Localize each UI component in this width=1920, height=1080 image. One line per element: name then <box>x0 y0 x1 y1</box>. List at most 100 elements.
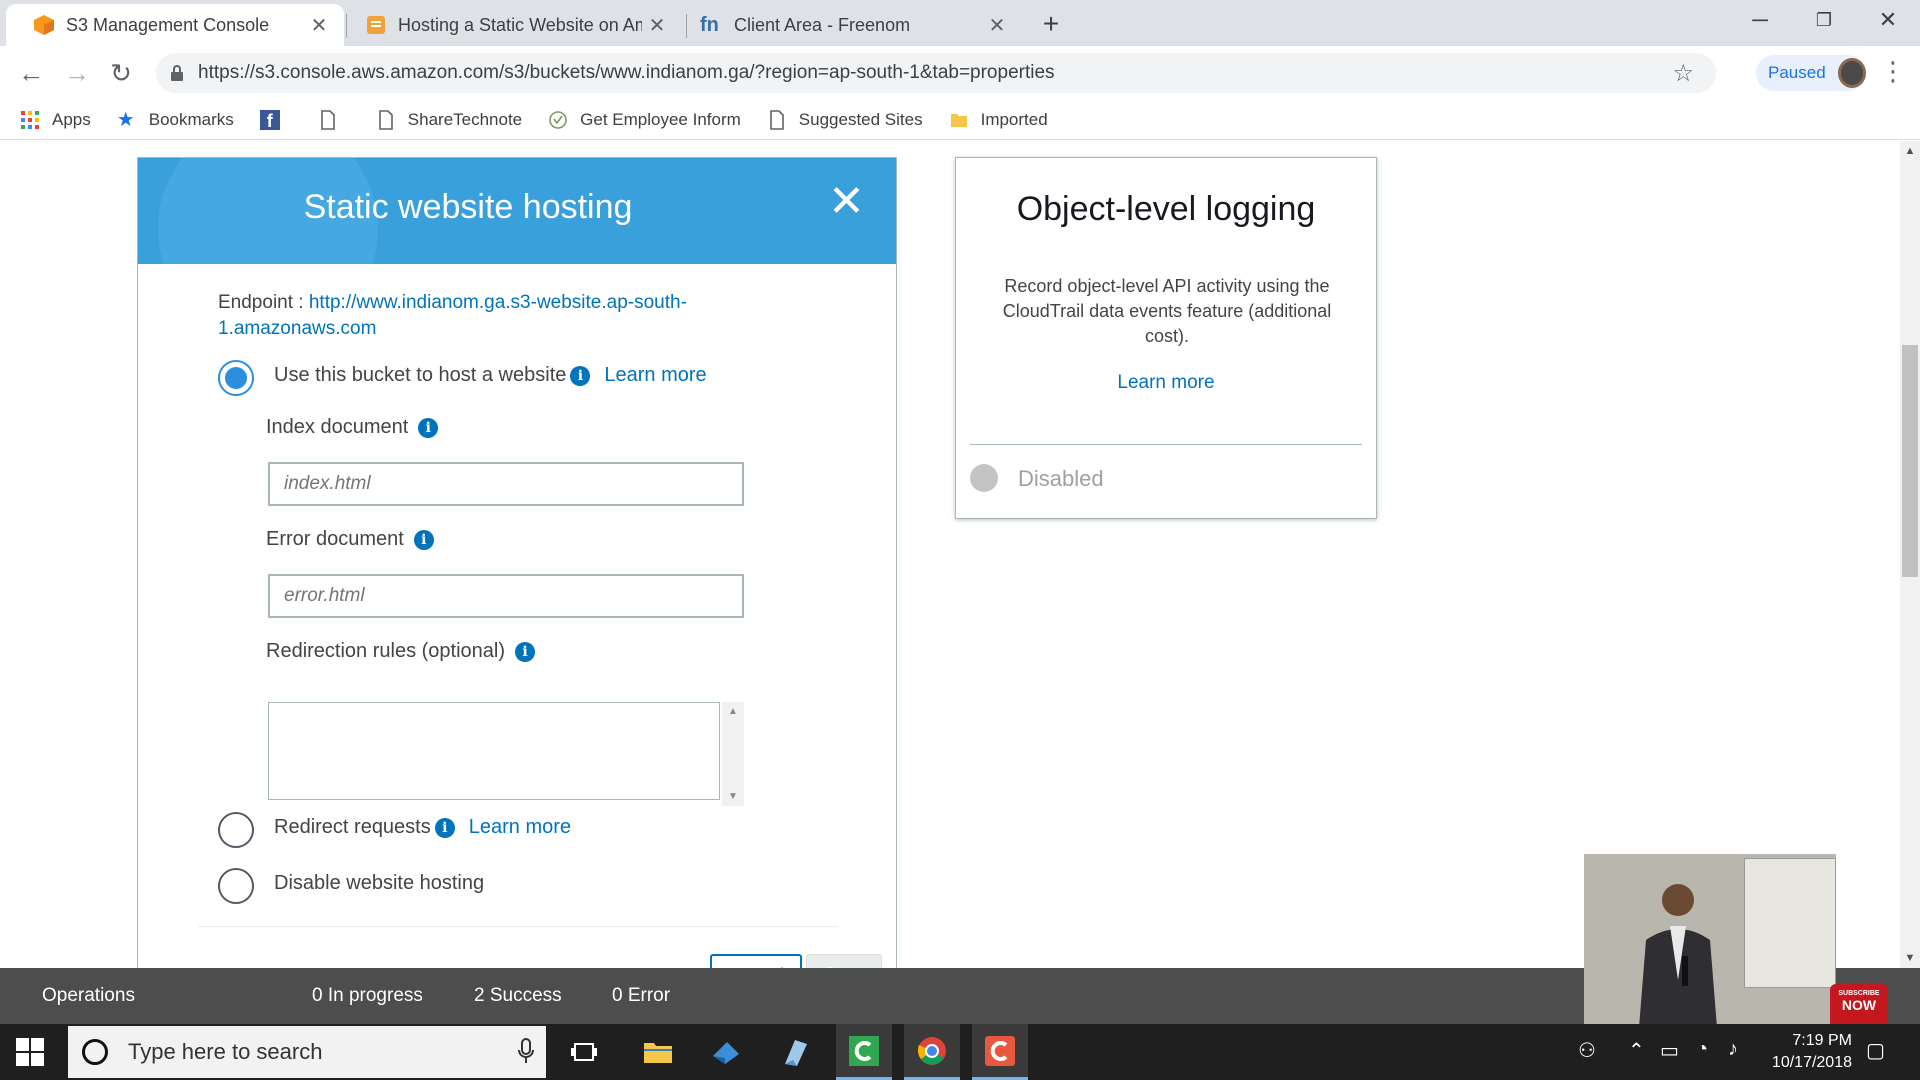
learn-more-link[interactable]: Learn more <box>604 364 706 387</box>
facebook-icon: f <box>259 109 280 131</box>
notes-app-icon[interactable] <box>766 1024 822 1080</box>
tab-separator <box>346 14 347 38</box>
tab-close-icon[interactable]: ✕ <box>982 13 1012 38</box>
info-icon[interactable]: i <box>418 417 439 438</box>
bookmarks-bar: Apps ★ Bookmarks f ShareTechnote Get Emp… <box>0 100 1920 140</box>
redirection-rules-textarea[interactable] <box>268 702 720 800</box>
status-indicator-icon <box>970 464 998 492</box>
camtasia-green-icon[interactable] <box>836 1024 892 1080</box>
folder-icon <box>950 113 967 127</box>
task-view-icon[interactable] <box>556 1024 612 1080</box>
endpoint-label: Endpoint : <box>218 292 309 313</box>
card-description: Record object-level API activity using t… <box>1002 276 1332 346</box>
taskbar-search-box[interactable]: Type here to search <box>68 1026 546 1078</box>
info-icon[interactable]: i <box>434 817 455 838</box>
info-icon[interactable]: i <box>413 529 434 550</box>
operations-in-progress[interactable]: 0 In progress <box>312 985 423 1007</box>
tab-client-area-freenom[interactable]: fn Client Area - Freenom ✕ <box>690 4 1022 46</box>
learn-more-link[interactable]: Learn more <box>469 816 571 839</box>
scrollbar-thumb[interactable] <box>1902 345 1918 577</box>
action-center-icon[interactable]: ▢ <box>1866 1038 1885 1063</box>
redirect-requests-radio[interactable] <box>218 812 254 848</box>
microphone-icon[interactable] <box>518 1038 534 1064</box>
bookmark-sharetechnote[interactable]: ShareTechnote <box>376 110 522 130</box>
windows-taskbar: Type here to search ⚇ ⌃ ▭ ◔ ♪ 7:19 PM 10… <box>0 1024 1920 1080</box>
aws-cube-icon <box>34 15 54 35</box>
error-label-text: Error document <box>266 528 404 550</box>
tab-close-icon[interactable]: ✕ <box>304 13 334 38</box>
battery-icon[interactable]: ▭ <box>1660 1038 1679 1063</box>
error-document-label: Error document i <box>266 528 434 551</box>
tab-title: S3 Management Console <box>66 14 270 35</box>
save-button[interactable]: Save <box>806 954 882 968</box>
profile-button[interactable]: Paused <box>1756 55 1866 91</box>
browser-tab-strip: S3 Management Console ✕ Hosting a Static… <box>0 0 1920 46</box>
bookmark-suggested-sites[interactable]: Suggested Sites <box>767 110 923 130</box>
new-tab-button[interactable]: + <box>1036 8 1066 40</box>
page-icon <box>769 109 784 130</box>
bookmark-label: Imported <box>980 109 1048 129</box>
status-text: Disabled <box>1018 466 1104 491</box>
cancel-button[interactable]: Cancel <box>710 954 802 968</box>
scroll-down-icon[interactable]: ▼ <box>1902 952 1918 964</box>
camtasia-recorder-icon[interactable] <box>972 1024 1028 1080</box>
back-arrow-icon[interactable]: ← <box>14 56 48 90</box>
volume-icon[interactable]: ♪ <box>1728 1038 1738 1061</box>
people-icon[interactable]: ⚇ <box>1578 1038 1596 1063</box>
reload-icon[interactable]: ↻ <box>104 56 138 90</box>
host-website-radio[interactable] <box>218 360 254 396</box>
tab-s3-console[interactable]: S3 Management Console ✕ <box>6 4 344 46</box>
scroll-up-icon[interactable]: ▲ <box>728 706 738 717</box>
disable-hosting-radio[interactable] <box>218 868 254 904</box>
tab-close-icon[interactable]: ✕ <box>642 13 672 38</box>
operations-success[interactable]: 2 Success <box>474 985 562 1007</box>
doc-favicon-icon <box>367 16 385 34</box>
chrome-icon[interactable] <box>904 1024 960 1080</box>
info-icon[interactable]: i <box>570 365 591 386</box>
redirection-rules-label: Redirection rules (optional) i <box>266 640 536 663</box>
operations-error[interactable]: 0 Error <box>612 985 670 1007</box>
scroll-up-icon[interactable]: ▲ <box>1902 145 1918 157</box>
card-title: Object-level logging <box>1016 190 1316 228</box>
cortana-icon <box>82 1039 108 1065</box>
file-explorer-icon[interactable] <box>630 1024 686 1080</box>
scroll-down-icon[interactable]: ▼ <box>728 791 738 802</box>
bookmark-page[interactable] <box>318 109 350 130</box>
search-placeholder: Type here to search <box>128 1039 323 1064</box>
windows-start-icon[interactable] <box>16 1038 44 1066</box>
page-scrollbar[interactable]: ▲ ▼ <box>1900 141 1920 968</box>
desktop-app-icon[interactable] <box>698 1024 754 1080</box>
wifi-icon[interactable]: ◔ <box>1696 1038 1708 1061</box>
freenom-icon: fn <box>700 14 719 36</box>
browser-toolbar: ← → ↻ https://s3.console.aws.amazon.com/… <box>0 46 1920 100</box>
tab-separator <box>686 14 687 38</box>
close-window-icon[interactable]: ✕ <box>1856 2 1920 38</box>
object-level-logging-card[interactable]: Object-level logging Record object-level… <box>955 157 1377 519</box>
forward-arrow-icon[interactable]: → <box>60 56 94 90</box>
index-document-input[interactable] <box>268 462 744 506</box>
address-bar[interactable]: https://s3.console.aws.amazon.com/s3/buc… <box>156 53 1716 93</box>
error-document-input[interactable] <box>268 574 744 618</box>
bookmark-apps[interactable]: Apps <box>20 110 91 130</box>
bookmark-star-icon[interactable]: ☆ <box>1672 59 1694 88</box>
operations-label[interactable]: Operations <box>42 985 135 1007</box>
bookmark-get-employee[interactable]: Get Employee Inform <box>548 110 741 130</box>
taskbar-clock[interactable]: 7:19 PM 10/17/2018 <box>1762 1030 1852 1074</box>
learn-more-link[interactable]: Learn more <box>956 372 1376 394</box>
textarea-scrollbar[interactable]: ▲ ▼ <box>722 702 744 806</box>
info-icon[interactable]: i <box>515 641 536 662</box>
minimize-icon[interactable]: ─ <box>1728 2 1792 38</box>
bookmark-imported[interactable]: Imported <box>949 110 1048 130</box>
browser-menu-icon[interactable]: ⋮ <box>1880 56 1906 87</box>
close-icon[interactable]: ✕ <box>828 180 865 224</box>
chevron-up-icon[interactable]: ⌃ <box>1628 1038 1645 1063</box>
whiteboard <box>1744 858 1836 988</box>
restore-icon[interactable]: ❐ <box>1792 2 1856 38</box>
tab-hosting-static-website[interactable]: Hosting a Static Website on Ama ✕ <box>350 4 682 46</box>
bookmark-facebook[interactable]: f <box>259 109 292 131</box>
bookmark-bookmarks[interactable]: ★ Bookmarks <box>117 110 234 130</box>
bookmark-label: Get Employee Inform <box>580 109 741 129</box>
globe-icon <box>549 110 567 129</box>
lock-icon <box>171 65 183 81</box>
panel-header: Static website hosting ✕ <box>138 158 896 264</box>
